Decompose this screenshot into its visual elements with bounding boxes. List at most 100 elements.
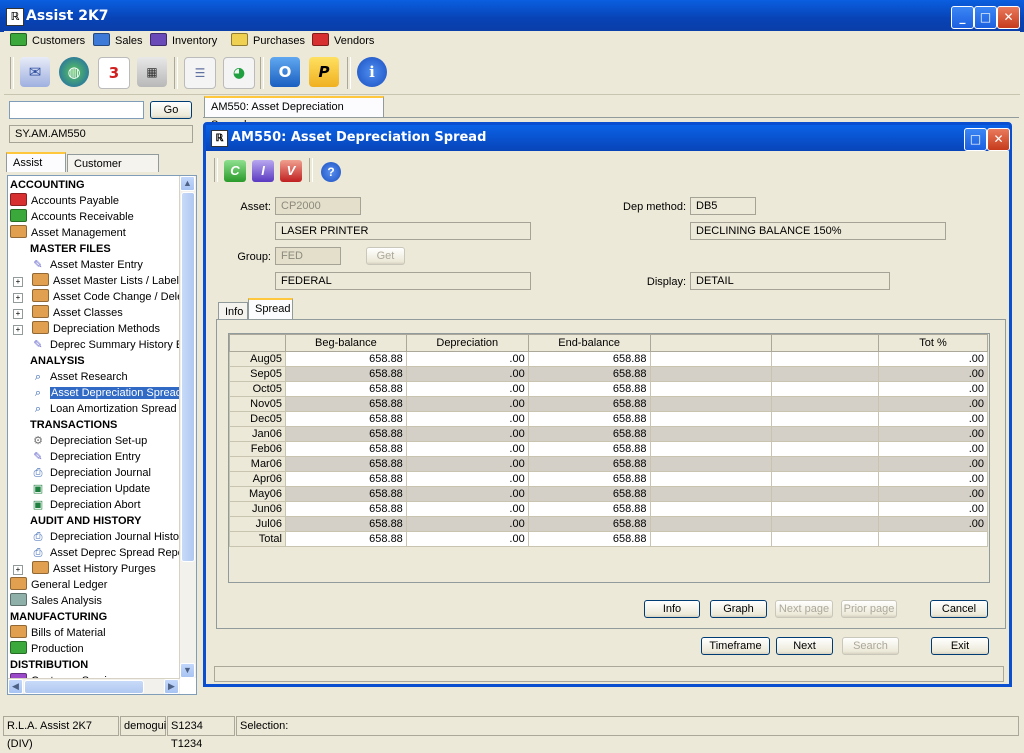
next-button[interactable]: Next: [776, 637, 833, 655]
help-icon[interactable]: ?: [321, 162, 341, 182]
prior-page-button[interactable]: Prior page: [841, 600, 897, 618]
table-row[interactable]: May06 658.88.00 658.88.00: [229, 486, 988, 502]
tree-item[interactable]: ✎ Asset Master Entry: [30, 257, 143, 273]
go-button[interactable]: Go: [150, 101, 192, 119]
tree-item[interactable]: ⌕ Asset Depreciation Spread: [30, 385, 183, 401]
table-row[interactable]: Apr06 658.88.00 658.88.00: [229, 471, 988, 487]
expand-icon[interactable]: +: [13, 277, 23, 287]
tree-item[interactable]: Asset Management: [10, 225, 126, 241]
tree-scroll-thumb[interactable]: [181, 192, 195, 562]
calendar-icon[interactable]: 3: [98, 57, 130, 89]
menu-customers[interactable]: Customers: [10, 33, 85, 49]
publisher-icon[interactable]: P: [309, 57, 339, 87]
close-button[interactable]: ✕: [997, 6, 1020, 29]
scroll-left-button[interactable]: ◀: [8, 679, 23, 694]
chart-report-icon[interactable]: ◕: [223, 57, 255, 89]
dep-method-code-field[interactable]: DB5: [690, 197, 756, 215]
tree-item[interactable]: Sales Analysis: [10, 593, 102, 609]
table-row[interactable]: Oct05 658.88.00 658.88.00: [229, 381, 988, 397]
tree-item[interactable]: + Asset Code Change / Delete: [13, 289, 192, 305]
table-row[interactable]: Jul06 658.88.00 658.88.00: [229, 516, 988, 532]
globe-icon[interactable]: ◍: [59, 57, 89, 87]
column-header[interactable]: [771, 334, 880, 352]
next-page-button[interactable]: Next page: [775, 600, 833, 618]
column-header[interactable]: Beg-balance: [284, 334, 407, 352]
tree-item[interactable]: ▣ Depreciation Update: [30, 481, 151, 497]
mail-icon[interactable]: ✉: [20, 57, 50, 87]
tree-item[interactable]: ⌕ Asset Research: [30, 369, 128, 385]
tree-item[interactable]: ▣ Depreciation Abort: [30, 497, 141, 513]
tree-item[interactable]: Accounts Payable: [10, 193, 119, 209]
tree-item[interactable]: ✎ Deprec Summary History Entry: [30, 337, 196, 353]
table-row[interactable]: Nov05 658.88.00 658.88.00: [229, 396, 988, 412]
tool-c-icon[interactable]: C: [224, 160, 246, 182]
tab-customer-service[interactable]: Customer Service: [67, 154, 159, 188]
cancel-button[interactable]: Cancel: [930, 600, 988, 618]
info-button[interactable]: Info: [644, 600, 700, 618]
tree-item[interactable]: ⎙ Depreciation Journal: [30, 465, 151, 481]
tree-item[interactable]: ⚙ Depreciation Set-up: [30, 433, 147, 449]
asset-code-field[interactable]: CP2000: [275, 197, 361, 215]
minimize-button[interactable]: _: [951, 6, 974, 29]
tree-horizontal-scrollbar[interactable]: ◀ ▶: [8, 678, 180, 694]
expand-icon[interactable]: +: [13, 309, 23, 319]
scroll-down-button[interactable]: ▼: [180, 663, 195, 678]
group-code-field[interactable]: FED: [275, 247, 341, 265]
get-button[interactable]: Get: [366, 247, 405, 265]
column-header[interactable]: [649, 334, 773, 352]
tab-assist-2k7[interactable]: Assist 2K7: [6, 152, 66, 187]
menu-vendors[interactable]: Vendors: [312, 33, 374, 49]
menu-purchases[interactable]: Purchases: [231, 33, 305, 49]
table-row[interactable]: Aug05 658.88.00 658.88.00: [229, 351, 988, 367]
scroll-right-button[interactable]: ▶: [164, 679, 179, 694]
tree-item[interactable]: ⌕ Loan Amortization Spread: [30, 401, 177, 417]
tree-item[interactable]: ⎙ Asset Deprec Spread Report: [30, 545, 191, 561]
column-header[interactable]: Tot %: [878, 334, 988, 352]
am550-maximize-button[interactable]: □: [964, 128, 987, 151]
table-row[interactable]: Feb06 658.88.00 658.88.00: [229, 441, 988, 457]
expand-icon[interactable]: +: [13, 293, 23, 303]
table-row[interactable]: Jan06 658.88.00 658.88.00: [229, 426, 988, 442]
expand-icon[interactable]: +: [13, 565, 23, 575]
calculator-icon[interactable]: ▦: [137, 57, 167, 87]
search-input[interactable]: [9, 101, 144, 119]
tree-vertical-scrollbar[interactable]: ▲ ▼: [179, 176, 196, 678]
table-row[interactable]: Sep05 658.88.00 658.88.00: [229, 366, 988, 382]
tree-item[interactable]: + Asset History Purges: [13, 561, 156, 577]
maximize-button[interactable]: □: [974, 6, 997, 29]
menu-inventory[interactable]: Inventory: [150, 33, 217, 49]
display-field[interactable]: DETAIL: [690, 272, 890, 290]
table-row[interactable]: Jun06 658.88.00 658.88.00: [229, 501, 988, 517]
tree-item[interactable]: + Depreciation Methods: [13, 321, 160, 337]
column-header[interactable]: Depreciation: [405, 334, 529, 352]
timeframe-button[interactable]: Timeframe: [701, 637, 770, 655]
tab-info[interactable]: Info: [218, 302, 248, 320]
outlook-icon[interactable]: O: [270, 57, 300, 87]
table-row[interactable]: Mar06 658.88.00 658.88.00: [229, 456, 988, 472]
tool-i-icon[interactable]: I: [252, 160, 274, 182]
exit-button[interactable]: Exit: [931, 637, 989, 655]
search-button[interactable]: Search: [842, 637, 899, 655]
tree-item[interactable]: Accounts Receivable: [10, 209, 134, 225]
tree-item[interactable]: + Asset Master Lists / Labels: [13, 273, 184, 289]
tab-spread[interactable]: Spread: [248, 298, 293, 320]
table-row[interactable]: Total 658.88.00 658.88: [229, 531, 988, 547]
tree-item[interactable]: Production: [10, 641, 84, 657]
report-icon[interactable]: ☰: [184, 57, 216, 89]
scroll-up-button[interactable]: ▲: [180, 176, 195, 191]
menu-sales[interactable]: Sales: [93, 33, 143, 49]
am550-title-bar[interactable]: ℝ AM550: Asset Depreciation Spread □ ✕: [206, 125, 1010, 151]
tab-am550[interactable]: AM550: Asset Depreciation Spread: [204, 96, 384, 131]
expand-icon[interactable]: +: [13, 325, 23, 335]
tree-hscroll-thumb[interactable]: [24, 680, 144, 694]
app-title-bar[interactable]: ℝ Assist 2K7 _ □ ✕: [0, 0, 1024, 32]
tree-item[interactable]: ✎ Depreciation Entry: [30, 449, 140, 465]
tree-item[interactable]: + Asset Classes: [13, 305, 123, 321]
table-row[interactable]: Dec05 658.88.00 658.88.00: [229, 411, 988, 427]
tree-item[interactable]: ⎙ Depreciation Journal History: [30, 529, 189, 545]
column-header[interactable]: [229, 334, 286, 352]
graph-button[interactable]: Graph: [710, 600, 767, 618]
tree-item[interactable]: General Ledger: [10, 577, 107, 593]
am550-close-button[interactable]: ✕: [987, 128, 1010, 151]
tree-item[interactable]: Bills of Material: [10, 625, 106, 641]
